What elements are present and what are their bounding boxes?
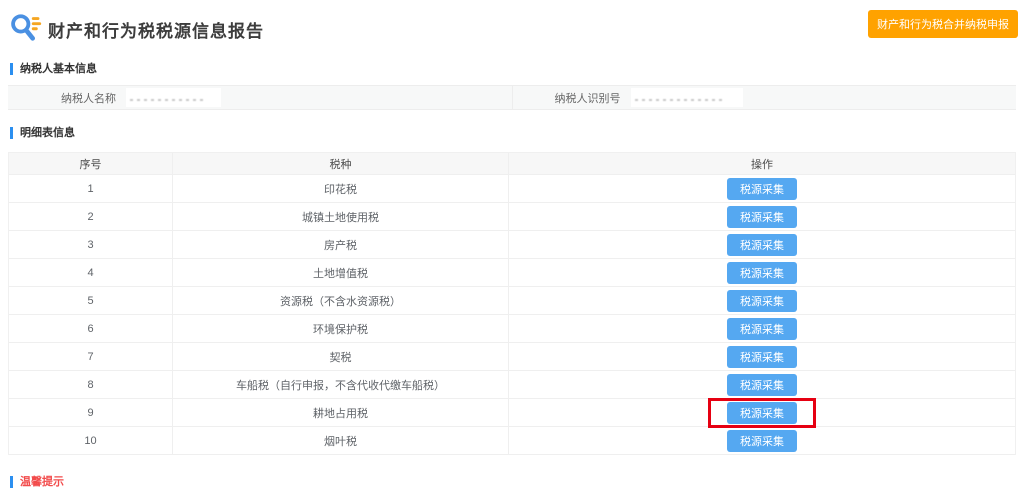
taxpayer-id-label: 纳税人识别号 xyxy=(513,90,621,106)
taxpayer-name-group: 纳税人名称 xyxy=(8,86,513,109)
row-action-cell: 税源采集 xyxy=(509,427,1015,454)
collect-tax-source-button[interactable]: 税源采集 xyxy=(727,318,797,340)
table-header-row: 序号 税种 操作 xyxy=(9,153,1015,175)
row-seq: 3 xyxy=(9,231,173,258)
table-row: 6环境保护税 税源采集 xyxy=(9,315,1015,343)
row-tax-name: 资源税（不含水资源税） xyxy=(173,287,509,314)
table-row: 4土地增值税 税源采集 xyxy=(9,259,1015,287)
collect-tax-source-button[interactable]: 税源采集 xyxy=(727,262,797,284)
table-row: 9耕地占用税 税源采集 xyxy=(9,399,1015,427)
row-seq: 9 xyxy=(9,399,173,426)
table-row: 1印花税 税源采集 xyxy=(9,175,1015,203)
table-row: 8车船税（自行申报，不含代收代缴车船税） 税源采集 xyxy=(9,371,1015,399)
row-seq: 4 xyxy=(9,259,173,286)
row-action-cell: 税源采集 xyxy=(509,203,1015,230)
row-tax-name: 城镇土地使用税 xyxy=(173,203,509,230)
table-row: 3房产税 税源采集 xyxy=(9,231,1015,259)
row-action-cell: 税源采集 xyxy=(509,175,1015,202)
tax-type-table: 序号 税种 操作 1印花税税源采集2城镇土地使用税税源采集3房产税税源采集4土地… xyxy=(8,152,1016,455)
row-seq: 1 xyxy=(9,175,173,202)
row-tax-name: 环境保护税 xyxy=(173,315,509,342)
column-header-action: 操作 xyxy=(509,153,1015,174)
search-report-icon xyxy=(8,12,42,46)
consolidated-declaration-button[interactable]: 财产和行为税合并纳税申报 xyxy=(868,10,1018,38)
page-title: 财产和行为税税源信息报告 xyxy=(48,17,264,42)
collect-tax-source-button[interactable]: 税源采集 xyxy=(727,178,797,200)
collect-tax-source-button[interactable]: 税源采集 xyxy=(727,346,797,368)
row-action-cell: 税源采集 xyxy=(509,371,1015,398)
table-row: 2城镇土地使用税 税源采集 xyxy=(9,203,1015,231)
row-seq: 5 xyxy=(9,287,173,314)
table-row: 7契税 税源采集 xyxy=(9,343,1015,371)
collect-tax-source-button[interactable]: 税源采集 xyxy=(727,206,797,228)
row-action-cell: 税源采集 xyxy=(509,231,1015,258)
collect-tax-source-button[interactable]: 税源采集 xyxy=(727,430,797,452)
collect-tax-source-button[interactable]: 税源采集 xyxy=(727,290,797,312)
row-action-cell: 税源采集 xyxy=(509,287,1015,314)
row-seq: 7 xyxy=(9,343,173,370)
row-action-cell: 税源采集 xyxy=(509,315,1015,342)
row-seq: 10 xyxy=(9,427,173,454)
collect-tax-source-button[interactable]: 税源采集 xyxy=(727,374,797,396)
collect-tax-source-button[interactable]: 税源采集 xyxy=(727,234,797,256)
column-header-seq: 序号 xyxy=(9,153,173,174)
row-tax-name: 车船税（自行申报，不含代收代缴车船税） xyxy=(173,371,509,398)
row-tax-name: 烟叶税 xyxy=(173,427,509,454)
taxpayer-info-row: 纳税人名称 纳税人识别号 xyxy=(8,85,1016,110)
tips-section-title: 温馨提示 xyxy=(10,476,1024,488)
table-body: 1印花税税源采集2城镇土地使用税税源采集3房产税税源采集4土地增值税税源采集5资… xyxy=(9,175,1015,455)
taxpayer-info-section-title: 纳税人基本信息 xyxy=(10,63,1024,75)
row-tax-name: 土地增值税 xyxy=(173,259,509,286)
taxpayer-id-value-redacted xyxy=(631,88,743,107)
collect-tax-source-button[interactable]: 税源采集 xyxy=(727,402,797,424)
row-seq: 8 xyxy=(9,371,173,398)
row-tax-name: 契税 xyxy=(173,343,509,370)
detail-table-section-title: 明细表信息 xyxy=(10,127,1024,139)
row-tax-name: 印花税 xyxy=(173,175,509,202)
row-action-cell: 税源采集 xyxy=(509,343,1015,370)
row-action-cell: 税源采集 xyxy=(509,259,1015,286)
row-seq: 2 xyxy=(9,203,173,230)
taxpayer-id-group: 纳税人识别号 xyxy=(513,86,1017,109)
table-row: 10烟叶税 税源采集 xyxy=(9,427,1015,455)
column-header-tax-type: 税种 xyxy=(173,153,509,174)
taxpayer-name-value-redacted xyxy=(126,88,221,107)
page-header: 财产和行为税税源信息报告 财产和行为税合并纳税申报 xyxy=(0,0,1024,46)
row-action-cell: 税源采集 xyxy=(509,399,1015,426)
row-tax-name: 耕地占用税 xyxy=(173,399,509,426)
taxpayer-name-label: 纳税人名称 xyxy=(8,90,116,106)
row-tax-name: 房产税 xyxy=(173,231,509,258)
row-seq: 6 xyxy=(9,315,173,342)
table-row: 5资源税（不含水资源税） 税源采集 xyxy=(9,287,1015,315)
